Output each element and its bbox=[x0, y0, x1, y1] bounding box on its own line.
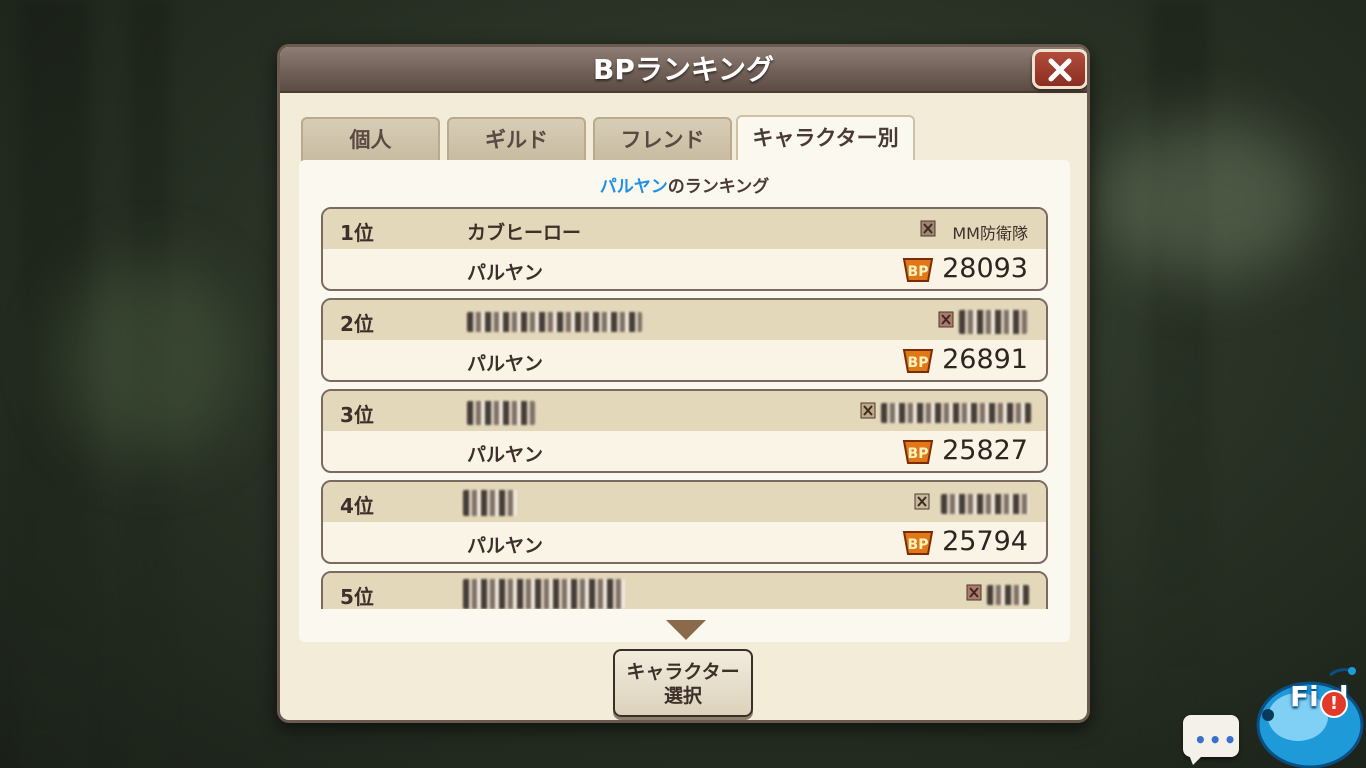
ranking-title-suffix: のランキング bbox=[667, 177, 770, 197]
pixelated-player-name bbox=[467, 401, 535, 425]
ranking-title: パルヤンのランキング bbox=[299, 172, 1070, 197]
ranking-row[interactable]: 3位 パルヤン BP 25827 bbox=[321, 389, 1048, 473]
guild-name: MM防衛隊 bbox=[952, 224, 1028, 243]
character-select-label-line1: キャラクター bbox=[626, 661, 740, 683]
svg-text:BP: BP bbox=[908, 355, 929, 371]
guild-emblem-icon bbox=[966, 584, 982, 601]
pixelated-player-name bbox=[467, 312, 642, 332]
bp-value: 26891 bbox=[942, 344, 1028, 375]
ranking-panel: パルヤンのランキング 1位 カブヒーロー MM防衛隊 パルヤン BP 28093… bbox=[299, 160, 1070, 642]
tab-by-character[interactable]: キャラクター別 bbox=[736, 115, 915, 161]
pixelated-guild-name bbox=[959, 310, 1027, 334]
rank-label: 4位 bbox=[340, 494, 374, 518]
tab-guild[interactable]: ギルド bbox=[447, 117, 586, 161]
ranking-row[interactable]: 2位 パルヤン BP 26891 bbox=[321, 298, 1048, 382]
speech-bubble-tail-icon bbox=[1189, 755, 1203, 765]
character-select-label-line2: 選択 bbox=[663, 685, 702, 707]
ranking-row[interactable]: 4位 パルヤン BP 25794 bbox=[321, 480, 1048, 564]
pixelated-player-name bbox=[463, 490, 517, 516]
ranking-row[interactable]: 1位 カブヒーロー MM防衛隊 パルヤン BP 28093 bbox=[321, 207, 1048, 291]
character-select-button[interactable]: キャラクター 選択 bbox=[613, 649, 753, 717]
bp-icon: BP bbox=[902, 258, 934, 282]
character-name: パルヤン bbox=[467, 353, 544, 375]
bp-ranking-dialog: BPランキング 個人 ギルド フレンド キャラクター別 パルヤンのランキング 1… bbox=[277, 44, 1090, 723]
guild-emblem-icon bbox=[920, 220, 936, 237]
svg-text:BP: BP bbox=[908, 264, 929, 280]
ranking-row[interactable]: 5位 bbox=[321, 571, 1048, 609]
guild-emblem-icon bbox=[860, 402, 876, 419]
close-icon bbox=[1048, 58, 1072, 82]
scroll-down-arrow-icon[interactable] bbox=[664, 618, 708, 642]
tab-friend[interactable]: フレンド bbox=[593, 117, 732, 161]
character-name: パルヤン bbox=[467, 444, 544, 466]
alert-badge: ! bbox=[1320, 690, 1348, 718]
svg-text:BP: BP bbox=[908, 446, 929, 462]
background-light bbox=[60, 260, 240, 460]
bp-value: 25827 bbox=[942, 435, 1028, 466]
close-button[interactable] bbox=[1032, 49, 1087, 89]
character-name: パルヤン bbox=[467, 535, 544, 557]
bp-icon: BP bbox=[902, 531, 934, 555]
guild-emblem-icon bbox=[938, 311, 954, 328]
bp-icon: BP bbox=[902, 440, 934, 464]
bp-value: 25794 bbox=[942, 526, 1028, 557]
rank-label: 5位 bbox=[340, 585, 374, 609]
svg-text:BP: BP bbox=[908, 537, 929, 553]
speech-bubble-icon: ••• bbox=[1194, 728, 1239, 752]
tab-individual[interactable]: 個人 bbox=[301, 117, 440, 161]
guild-emblem-icon bbox=[914, 493, 930, 510]
rank-label: 3位 bbox=[340, 403, 374, 427]
pixelated-guild-name bbox=[987, 585, 1029, 605]
background-tree bbox=[1150, 0, 1210, 768]
ranking-list[interactable]: 1位 カブヒーロー MM防衛隊 パルヤン BP 28093 2位 パルヤン BP… bbox=[321, 207, 1048, 609]
bp-value: 28093 bbox=[942, 253, 1028, 284]
rank-label: 2位 bbox=[340, 312, 374, 336]
player-name: カブヒーロー bbox=[467, 222, 582, 244]
dialog-title: BPランキング bbox=[592, 53, 775, 86]
background-light bbox=[1100, 120, 1320, 280]
rank-label: 1位 bbox=[340, 221, 374, 245]
pixelated-guild-name bbox=[941, 494, 1029, 514]
character-name: パルヤン bbox=[467, 262, 544, 284]
ranking-character-name: パルヤン bbox=[599, 177, 668, 197]
pixelated-guild-name bbox=[881, 403, 1031, 423]
bp-icon: BP bbox=[902, 349, 934, 373]
chat-button[interactable]: ••• bbox=[1183, 715, 1239, 765]
pixelated-player-name bbox=[463, 579, 625, 609]
